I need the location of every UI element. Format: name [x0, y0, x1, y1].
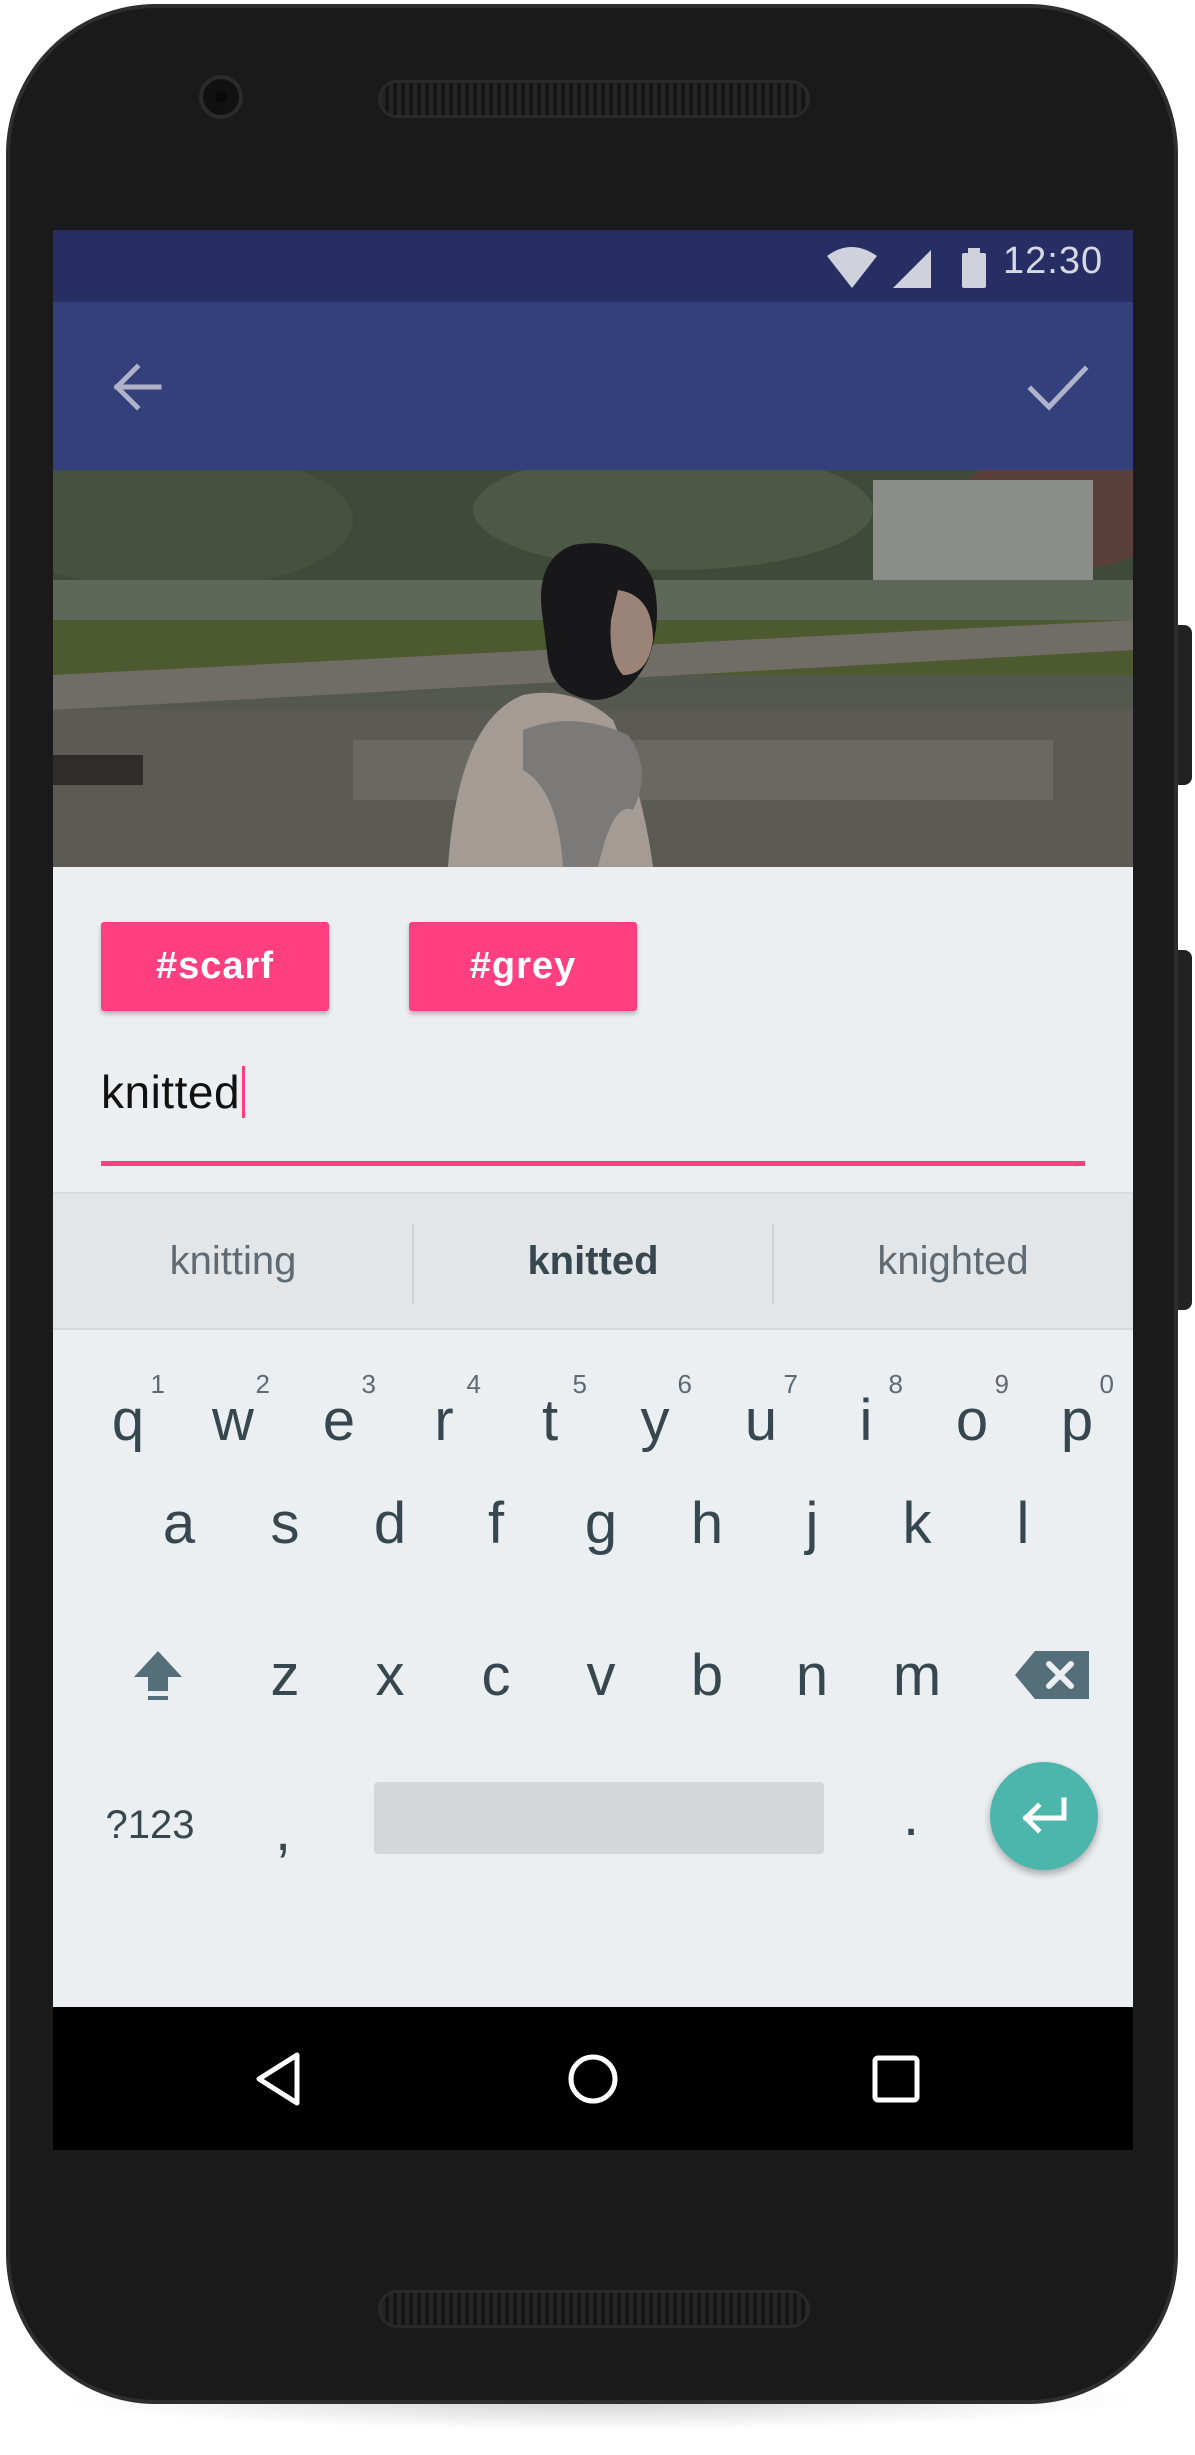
backspace-key[interactable]: [1003, 1620, 1103, 1730]
shift-key[interactable]: [113, 1620, 203, 1730]
wifi-icon: [827, 247, 877, 288]
key-h[interactable]: h: [662, 1468, 752, 1578]
key-label: e: [322, 1387, 356, 1453]
key-z[interactable]: z: [240, 1620, 330, 1730]
key-k[interactable]: k: [872, 1468, 962, 1578]
key-label: o: [955, 1387, 989, 1453]
tag-input[interactable]: knitted: [101, 1065, 246, 1119]
top-speaker: [378, 80, 810, 118]
key-g[interactable]: g: [556, 1468, 646, 1578]
back-button[interactable]: [93, 342, 183, 432]
app-toolbar: [53, 302, 1133, 470]
key-n[interactable]: n: [767, 1620, 857, 1730]
confirm-button[interactable]: [1013, 342, 1103, 432]
key-r[interactable]: r4: [399, 1365, 489, 1475]
key-hint-number: 2: [255, 1369, 270, 1399]
key-hint-number: 1: [150, 1369, 165, 1399]
key-label: t: [541, 1387, 559, 1453]
key-u[interactable]: u7: [716, 1365, 806, 1475]
volume-button: [1178, 950, 1192, 1310]
keyboard-return-icon: [1022, 1797, 1067, 1834]
status-bar: 12:30: [53, 230, 1133, 302]
key-m[interactable]: m: [872, 1620, 962, 1730]
key-label: w: [212, 1387, 254, 1453]
key-p[interactable]: p0: [1032, 1365, 1122, 1475]
circle-home-icon: [568, 2054, 618, 2104]
suggestion-knitted[interactable]: knitted: [413, 1194, 773, 1328]
key-hint-number: 0: [1099, 1369, 1114, 1399]
key-hint-number: 6: [677, 1369, 692, 1399]
front-camera: [199, 75, 243, 119]
square-recents-icon: [872, 2055, 920, 2103]
status-icons: [827, 247, 986, 288]
key-l[interactable]: l: [978, 1468, 1068, 1578]
arrow-back-icon: [113, 363, 162, 411]
key-hint-number: 5: [572, 1369, 587, 1399]
key-o[interactable]: o9: [927, 1365, 1017, 1475]
tag-editor: #scarf #grey knitted: [53, 867, 1133, 1187]
tag-input-value: knitted: [101, 1066, 241, 1118]
key-y[interactable]: y6: [610, 1365, 700, 1475]
key-label: p: [1060, 1387, 1094, 1453]
key-e[interactable]: e3: [294, 1365, 384, 1475]
key-f[interactable]: f: [451, 1468, 541, 1578]
key-label: q: [111, 1387, 145, 1453]
backspace-icon: [1015, 1651, 1089, 1699]
suggestion-strip: knitting knitted knighted: [53, 1192, 1133, 1330]
nav-back-button[interactable]: [249, 2047, 313, 2111]
key-hint-number: 9: [994, 1369, 1009, 1399]
battery-icon: [962, 248, 986, 288]
key-i[interactable]: i8: [821, 1365, 911, 1475]
key-label: r: [434, 1387, 454, 1453]
key-hint-number: 4: [466, 1369, 481, 1399]
key-t[interactable]: t5: [505, 1365, 595, 1475]
enter-key[interactable]: [990, 1762, 1098, 1870]
key-x[interactable]: x: [345, 1620, 435, 1730]
key-v[interactable]: v: [556, 1620, 646, 1730]
text-caret: [242, 1066, 246, 1118]
phone-screen: 12:30 #scarf #grey knitted knitting knit…: [53, 230, 1133, 2150]
key-c[interactable]: c: [451, 1620, 541, 1730]
key-j[interactable]: j: [767, 1468, 857, 1578]
space-key[interactable]: [374, 1782, 824, 1854]
key-b[interactable]: b: [662, 1620, 752, 1730]
system-nav-bar: [53, 2007, 1133, 2150]
triangle-back-icon: [256, 2052, 300, 2106]
bottom-speaker: [378, 2290, 810, 2328]
tag-chip-grey[interactable]: #grey: [409, 922, 637, 1011]
key-label: u: [744, 1387, 778, 1453]
key-a[interactable]: a: [134, 1468, 224, 1578]
nav-home-button[interactable]: [561, 2047, 625, 2111]
key-hint-number: 8: [888, 1369, 903, 1399]
status-time: 12:30: [1003, 240, 1104, 282]
key-hint-number: 3: [361, 1369, 376, 1399]
suggestion-knighted[interactable]: knighted: [773, 1194, 1133, 1328]
symbols-key[interactable]: ?123: [75, 1785, 225, 1865]
key-q[interactable]: q1: [83, 1365, 173, 1475]
key-label: y: [640, 1387, 670, 1453]
soft-keyboard: q1w2e3r4t5y6u7i8o9p0 asdfghjkl zxcvbnm ?…: [53, 1330, 1133, 2007]
hero-photo: [53, 470, 1133, 867]
tag-chip-scarf[interactable]: #scarf: [101, 922, 329, 1011]
key-label: i: [859, 1387, 873, 1453]
comma-key[interactable]: ,: [243, 1775, 323, 1885]
check-icon: [1027, 365, 1089, 411]
shift-icon: [134, 1651, 182, 1700]
tag-input-underline: [101, 1161, 1085, 1166]
key-d[interactable]: d: [345, 1468, 435, 1578]
suggestion-knitting[interactable]: knitting: [53, 1194, 413, 1328]
key-w[interactable]: w2: [188, 1365, 278, 1475]
key-s[interactable]: s: [240, 1468, 330, 1578]
cell-signal-icon: [893, 250, 931, 288]
key-hint-number: 7: [783, 1369, 798, 1399]
nav-recents-button[interactable]: [864, 2047, 928, 2111]
period-key[interactable]: .: [871, 1760, 951, 1870]
power-button: [1178, 625, 1192, 785]
